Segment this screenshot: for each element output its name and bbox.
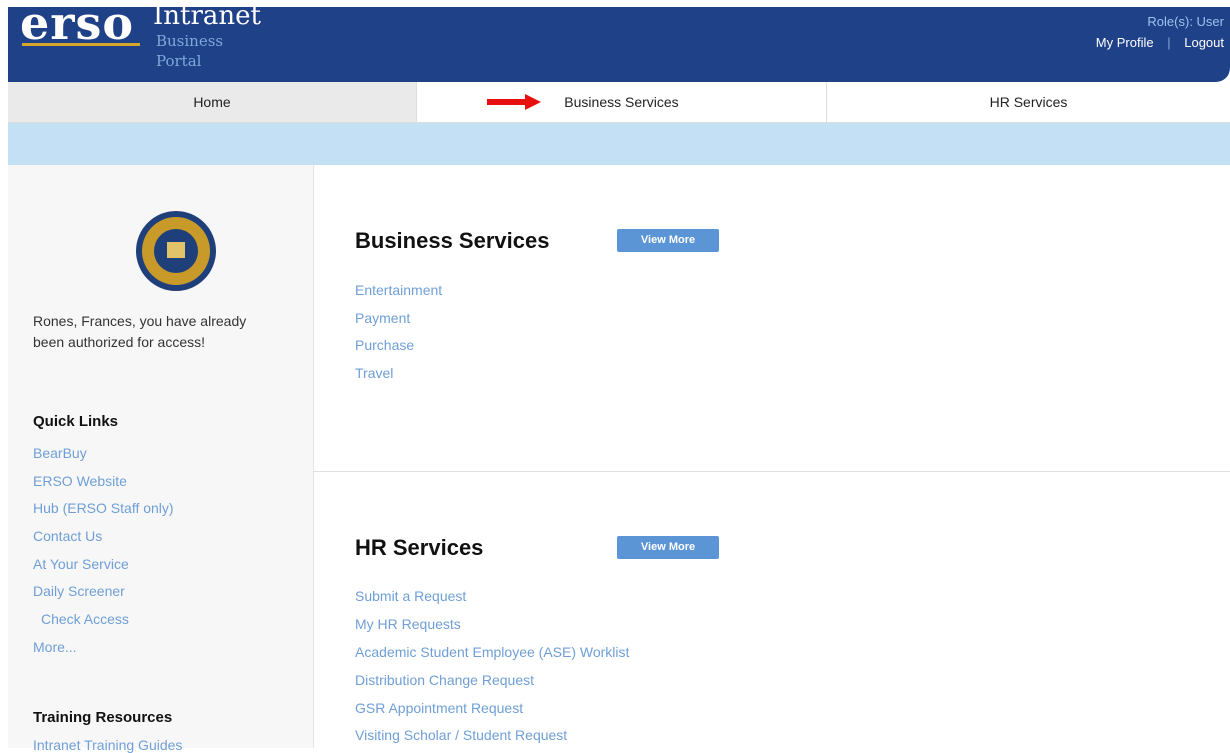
hr-link-distribution-change[interactable]: Distribution Change Request bbox=[355, 670, 629, 698]
logo-intranet-text: Intranet bbox=[153, 1, 261, 31]
training-resources-heading: Training Resources bbox=[33, 709, 173, 726]
quick-link-daily-screener[interactable]: Daily Screener bbox=[33, 579, 174, 607]
hr-services-section: HR Services View More Submit a Request M… bbox=[314, 472, 1230, 748]
quick-link-contact-us[interactable]: Contact Us bbox=[33, 524, 174, 552]
tab-home[interactable]: Home bbox=[8, 82, 416, 122]
user-role: Role(s): User bbox=[1147, 14, 1224, 29]
user-links: My Profile | Logout bbox=[1096, 35, 1224, 50]
quick-link-bearbuy[interactable]: BearBuy bbox=[33, 441, 174, 469]
red-arrow-icon bbox=[487, 94, 541, 110]
business-services-title: Business Services bbox=[355, 228, 550, 253]
business-link-travel[interactable]: Travel bbox=[355, 363, 442, 391]
tab-hr-services[interactable]: HR Services bbox=[826, 82, 1230, 122]
training-guides-link[interactable]: Intranet Training Guides bbox=[33, 737, 182, 753]
hr-link-ase-worklist[interactable]: Academic Student Employee (ASE) Worklist bbox=[355, 642, 629, 670]
site-header: erso Intranet Business Portal Role(s): U… bbox=[8, 0, 1230, 82]
quick-link-at-your-service[interactable]: At Your Service bbox=[33, 552, 174, 580]
hr-link-gsr-appointment[interactable]: GSR Appointment Request bbox=[355, 698, 629, 726]
hr-link-submit-request[interactable]: Submit a Request bbox=[355, 586, 629, 614]
hr-links-list: Submit a Request My HR Requests Academic… bbox=[355, 586, 629, 753]
quick-link-hub[interactable]: Hub (ERSO Staff only) bbox=[33, 496, 174, 524]
separator: | bbox=[1167, 35, 1171, 50]
sidebar: Rones, Frances, you have already been au… bbox=[8, 165, 314, 753]
business-link-payment[interactable]: Payment bbox=[355, 308, 442, 336]
business-link-purchase[interactable]: Purchase bbox=[355, 335, 442, 363]
business-link-entertainment[interactable]: Entertainment bbox=[355, 280, 442, 308]
hr-link-visiting-scholar[interactable]: Visiting Scholar / Student Request bbox=[355, 725, 629, 753]
business-services-section: Business Services View More Entertainmen… bbox=[314, 165, 1230, 472]
university-seal-icon bbox=[136, 211, 216, 291]
logout-link[interactable]: Logout bbox=[1184, 35, 1224, 50]
quick-links-heading: Quick Links bbox=[33, 413, 119, 430]
auth-message: Rones, Frances, you have already been au… bbox=[33, 313, 247, 350]
main-nav-tabs: Home Business Services HR Services bbox=[8, 82, 1230, 123]
quick-link-more[interactable]: More... bbox=[33, 635, 174, 663]
business-links-list: Entertainment Payment Purchase Travel bbox=[355, 280, 442, 391]
hr-services-title: HR Services bbox=[355, 535, 484, 560]
tab-business-services[interactable]: Business Services bbox=[416, 82, 826, 122]
logo-portal-text: Business Portal bbox=[156, 32, 224, 70]
logo-underline bbox=[22, 43, 140, 46]
quick-link-erso-website[interactable]: ERSO Website bbox=[33, 469, 174, 497]
my-profile-link[interactable]: My Profile bbox=[1096, 35, 1154, 50]
tab-business-services-label: Business Services bbox=[564, 94, 679, 110]
hr-link-my-hr-requests[interactable]: My HR Requests bbox=[355, 614, 629, 642]
quick-link-check-access[interactable]: Check Access bbox=[33, 607, 174, 635]
business-view-more-button[interactable]: View More bbox=[617, 229, 719, 252]
banner-strip bbox=[8, 123, 1230, 165]
hr-view-more-button[interactable]: View More bbox=[617, 536, 719, 559]
quick-links-list: BearBuy ERSO Website Hub (ERSO Staff onl… bbox=[33, 441, 174, 663]
